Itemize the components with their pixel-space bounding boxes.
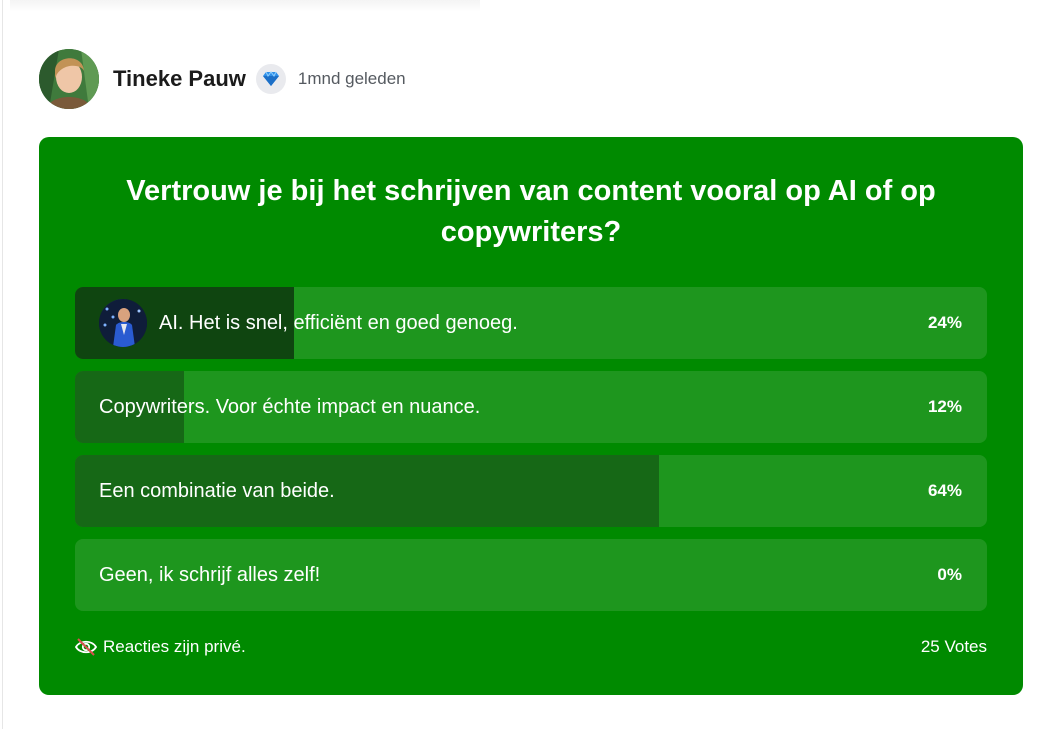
- vote-count: 25 Votes: [920, 637, 987, 656]
- poll-option-label: Copywriters. Voor échte impact en nuance…: [99, 396, 481, 418]
- poll-option-ai[interactable]: AI. Het is snel, efficiënt en goed genoe…: [75, 287, 987, 359]
- eye-off-icon: [75, 638, 97, 656]
- poll-option-combination[interactable]: Een combinatie van beide. 64%: [75, 455, 987, 527]
- poll-option-percent: 12%: [927, 397, 962, 416]
- poll-card: Vertrouw je bij het schrijven van conten…: [39, 137, 1023, 695]
- poll-option-none[interactable]: Geen, ik schrijf alles zelf! 0%: [75, 539, 987, 611]
- poll-option-label: AI. Het is snel, efficiënt en goed genoe…: [159, 312, 518, 334]
- poll-option-percent: 0%: [937, 565, 962, 584]
- diamond-icon: [262, 71, 279, 86]
- voter-avatar: [99, 299, 147, 347]
- top-edge-shadow: [10, 0, 480, 12]
- poll-option-label: Geen, ik schrijf alles zelf!: [99, 564, 321, 586]
- poll-option-copywriters[interactable]: Copywriters. Voor échte impact en nuance…: [75, 371, 987, 443]
- post-header: Tineke Pauw 1mnd geleden: [39, 48, 406, 110]
- poll-question: Vertrouw je bij het schrijven van conten…: [126, 175, 936, 248]
- privacy-text: Reacties zijn privé.: [103, 637, 246, 656]
- left-divider: [2, 0, 3, 729]
- author-avatar[interactable]: [39, 49, 99, 109]
- author-name[interactable]: Tineke Pauw: [113, 66, 246, 92]
- member-badge[interactable]: [255, 64, 286, 94]
- poll-option-label: Een combinatie van beide.: [99, 480, 335, 502]
- poll-option-percent: 24%: [927, 313, 962, 332]
- poll-option-percent: 64%: [927, 481, 962, 500]
- post-timestamp: 1mnd geleden: [297, 69, 406, 88]
- privacy-notice: Reacties zijn privé.: [75, 635, 246, 659]
